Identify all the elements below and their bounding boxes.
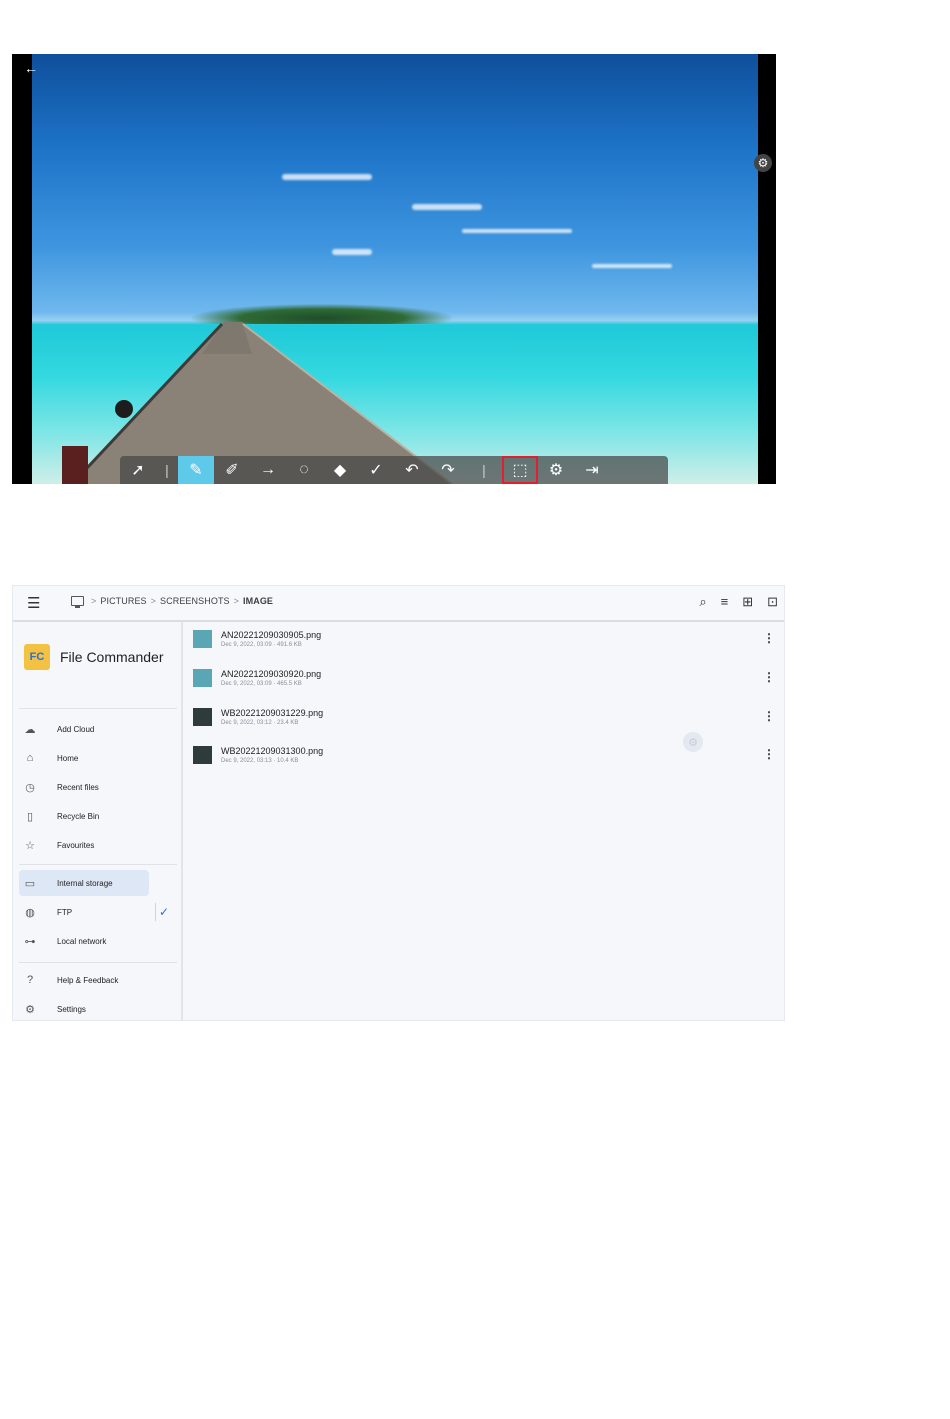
sidebar-item-label: Add Cloud bbox=[57, 724, 95, 734]
annotation-toolbar: ➚ | ✎ ✐ → ◌ ◆ ✓ ↶ ↷ | ⬚ ⚙ ⇥ bbox=[120, 456, 668, 484]
device-icon[interactable] bbox=[71, 596, 84, 608]
pier bbox=[62, 322, 453, 484]
toolbar-divider: | bbox=[482, 462, 486, 478]
sidebar-item-label: Recycle Bin bbox=[57, 811, 100, 821]
file-thumbnail bbox=[193, 708, 212, 726]
brand: FC File Commander bbox=[24, 644, 163, 670]
sidebar-item-label: Local network bbox=[57, 936, 107, 946]
sidebar-item-recycle-bin[interactable]: ▯ Recycle Bin bbox=[19, 803, 149, 829]
sidebar-item-label: Help & Feedback bbox=[57, 975, 119, 985]
file-thumbnail bbox=[193, 630, 212, 648]
breadcrumb-pictures[interactable]: PICTURES bbox=[100, 596, 146, 606]
file-name: WB20221209031300.png bbox=[221, 746, 324, 756]
list-item[interactable]: WB20221209031229.png Dec 9, 2022, 03:12 … bbox=[183, 700, 783, 736]
breadcrumb-screenshots[interactable]: SCREENSHOTS bbox=[160, 596, 230, 606]
gear-icon[interactable]: ⚙ bbox=[538, 456, 574, 484]
arrow-left-icon[interactable]: ← bbox=[24, 60, 38, 76]
trash-icon: ▯ bbox=[26, 810, 34, 823]
eraser-icon[interactable]: ◆ bbox=[322, 456, 358, 484]
gear-icon: ⚙ bbox=[25, 1003, 35, 1016]
undo-icon[interactable]: ↶ bbox=[394, 456, 430, 484]
new-folder-icon[interactable]: ⊡ bbox=[767, 594, 778, 610]
sidebar-item-label: FTP bbox=[57, 907, 73, 917]
toolbar-actions: ⌕ ≡ ⊞ ⊡ bbox=[699, 594, 778, 610]
lasso-icon[interactable]: ◌ bbox=[286, 456, 322, 484]
sidebar-item-label: Internal storage bbox=[57, 878, 113, 888]
breadcrumb-separator: > bbox=[150, 596, 157, 606]
sidebar-item-label: Settings bbox=[57, 1004, 86, 1014]
gear-icon[interactable]: ⚙ bbox=[754, 154, 772, 172]
sidebar-item-recent-files[interactable]: ◷ Recent files bbox=[19, 774, 149, 800]
more-vert-icon[interactable]: ⋮ bbox=[763, 747, 775, 761]
hamburger-menu-icon[interactable]: ☰ bbox=[27, 594, 40, 612]
file-meta: Dec 9, 2022, 03:09 · 465.5 KB bbox=[221, 681, 302, 687]
gear-icon[interactable]: ⚙ bbox=[683, 732, 703, 752]
cursor-icon[interactable]: ➚ bbox=[120, 456, 156, 484]
beach-wallpaper bbox=[32, 54, 758, 484]
list-item[interactable]: AN20221209030920.png Dec 9, 2022, 03:09 … bbox=[183, 661, 783, 697]
sort-icon[interactable]: ≡ bbox=[721, 594, 729, 610]
sidebar-item-label: Recent files bbox=[57, 782, 99, 792]
file-thumbnail bbox=[193, 746, 212, 764]
sidebar-item-label: Home bbox=[57, 753, 79, 763]
breadcrumb-separator: > bbox=[233, 596, 240, 606]
file-commander-logo: FC bbox=[24, 644, 50, 670]
file-name: AN20221209030920.png bbox=[221, 669, 322, 679]
clock-icon: ◷ bbox=[25, 781, 35, 794]
sidebar-divider bbox=[19, 864, 177, 865]
sidebar-item-label: Favourites bbox=[57, 840, 95, 850]
file-list: AN20221209030905.png Dec 9, 2022, 03:09 … bbox=[183, 622, 784, 1020]
network-icon: ⊶ bbox=[24, 935, 36, 948]
file-meta: Dec 9, 2022, 03:09 · 491.6 KB bbox=[221, 642, 302, 648]
new-file-icon[interactable]: ⊞ bbox=[742, 594, 753, 610]
screen-capture-icon[interactable]: ⬚ bbox=[502, 456, 538, 484]
more-vert-icon[interactable]: ⋮ bbox=[763, 631, 775, 645]
sidebar-divider bbox=[19, 708, 177, 709]
star-icon: ☆ bbox=[25, 839, 35, 852]
sidebar-item-ftp[interactable]: ◍ FTP bbox=[19, 899, 149, 925]
sidebar-item-add-cloud[interactable]: ☁ Add Cloud bbox=[19, 716, 149, 742]
file-meta: Dec 9, 2022, 03:12 · 23.4 KB bbox=[221, 720, 299, 726]
toolbar-divider: | bbox=[165, 462, 169, 478]
annotation-screenshot: ← ⚙ ➚ | ✎ ✐ → ◌ ◆ ✓ ↶ ↷ | ⬚ ⚙ ⇥ bbox=[12, 54, 776, 484]
sidebar-item-help-feedback[interactable]: ? Help & Feedback bbox=[19, 967, 149, 993]
arrow-right-icon[interactable]: → bbox=[250, 456, 286, 484]
pen-icon[interactable]: ✎ bbox=[178, 456, 214, 484]
file-commander-screenshot: ☰ > PICTURES > SCREENSHOTS > IMAGE ⌕ ≡ ⊞… bbox=[12, 585, 785, 1021]
help-icon: ? bbox=[26, 974, 34, 986]
app-bar: ☰ > PICTURES > SCREENSHOTS > IMAGE ⌕ ≡ ⊞… bbox=[13, 586, 784, 622]
file-name: WB20221209031229.png bbox=[221, 708, 324, 718]
more-vert-icon[interactable]: ⋮ bbox=[763, 670, 775, 684]
file-thumbnail bbox=[193, 669, 212, 687]
sidebar-item-internal-storage[interactable]: ▭ Internal storage bbox=[19, 870, 149, 896]
cloud-upload-icon: ☁ bbox=[24, 723, 36, 736]
device-icon: ▭ bbox=[24, 877, 36, 890]
file-meta: Dec 9, 2022, 03:13 · 10.4 KB bbox=[221, 758, 299, 764]
globe-icon: ◍ bbox=[25, 906, 35, 919]
sidebar-item-local-network[interactable]: ⊶ Local network bbox=[19, 928, 149, 954]
highlighter-icon[interactable]: ✐ bbox=[214, 456, 250, 484]
app-name: File Commander bbox=[60, 649, 164, 665]
search-icon[interactable]: ⌕ bbox=[699, 594, 706, 610]
breadcrumb-separator: > bbox=[91, 596, 97, 606]
sidebar-item-home[interactable]: ⌂ Home bbox=[19, 745, 149, 771]
list-item[interactable]: AN20221209030905.png Dec 9, 2022, 03:09 … bbox=[183, 622, 783, 658]
exit-icon[interactable]: ⇥ bbox=[574, 456, 610, 484]
breadcrumb-image[interactable]: IMAGE bbox=[243, 596, 273, 606]
sidebar-divider bbox=[19, 962, 177, 963]
divider bbox=[155, 903, 156, 921]
file-name: AN20221209030905.png bbox=[221, 630, 322, 640]
sidebar: FC File Commander ☁ Add Cloud ⌂ Home ◷ R… bbox=[13, 622, 183, 1020]
broom-icon[interactable]: ✓ bbox=[358, 456, 394, 484]
home-icon: ⌂ bbox=[26, 752, 34, 764]
sidebar-item-favourites[interactable]: ☆ Favourites bbox=[19, 832, 149, 858]
sidebar-item-settings[interactable]: ⚙ Settings bbox=[19, 996, 149, 1020]
breadcrumb: > PICTURES > SCREENSHOTS > IMAGE bbox=[71, 596, 273, 608]
more-vert-icon[interactable]: ⋮ bbox=[763, 709, 775, 723]
redo-icon[interactable]: ↷ bbox=[430, 456, 466, 484]
broom-icon[interactable]: ✓ bbox=[159, 905, 169, 919]
